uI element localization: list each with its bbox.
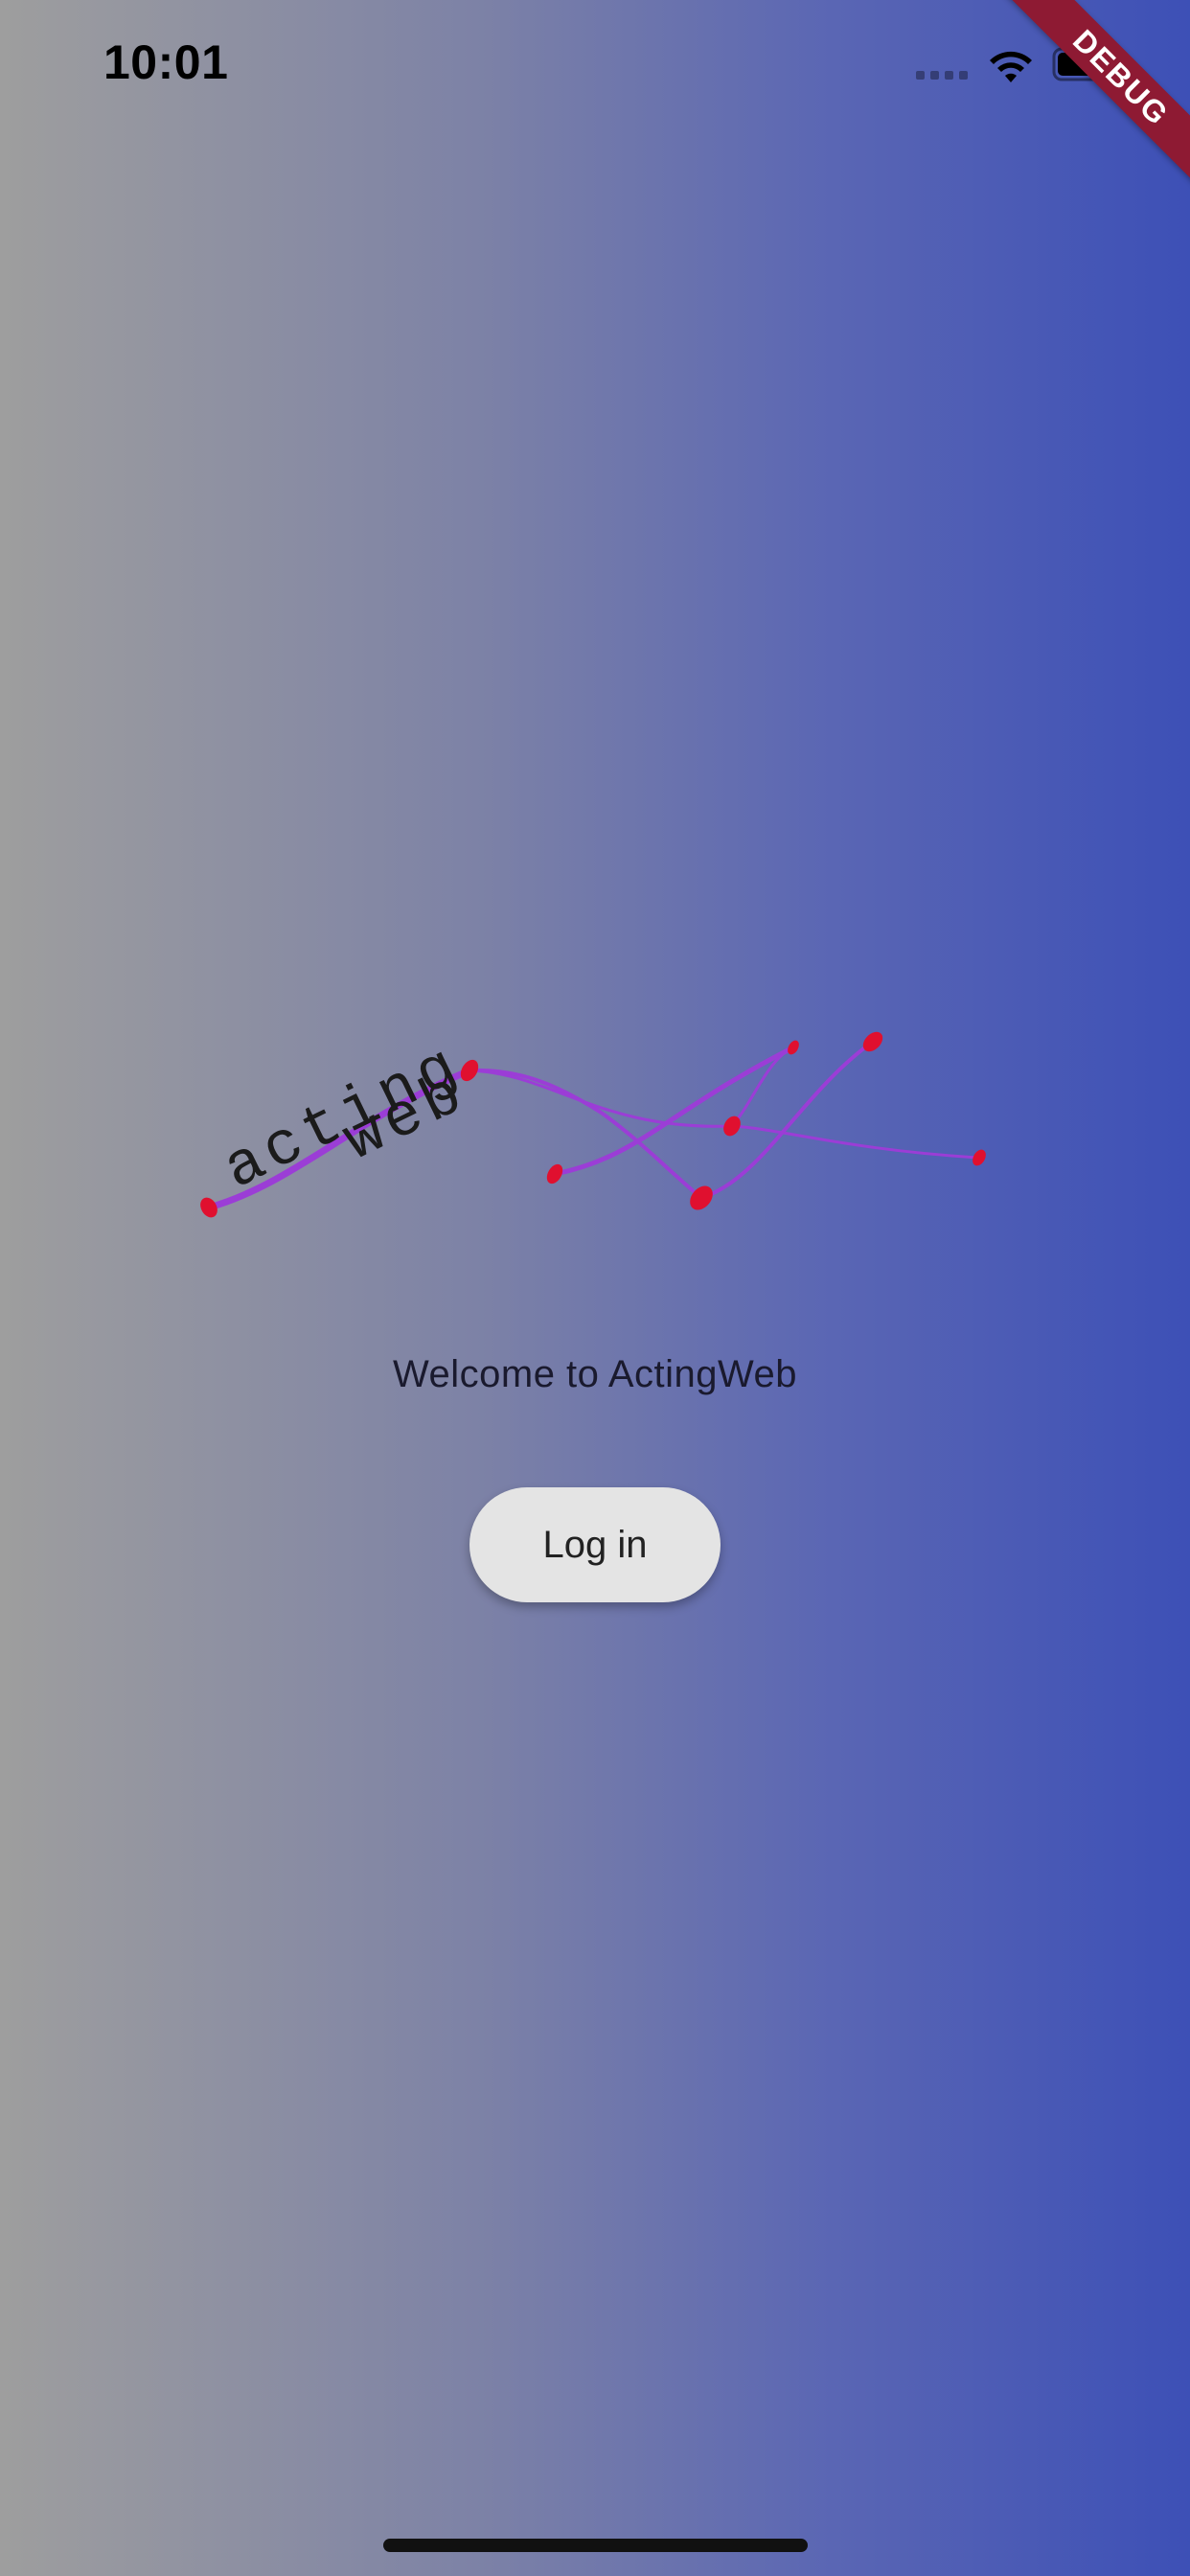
debug-label: DEBUG xyxy=(1003,0,1190,192)
status-time: 10:01 xyxy=(103,35,229,89)
home-indicator[interactable] xyxy=(383,2539,808,2552)
cellular-signal-icon xyxy=(916,71,968,80)
debug-banner: DEBUG xyxy=(998,0,1190,192)
login-button[interactable]: Log in xyxy=(469,1487,721,1602)
battery-icon xyxy=(1052,47,1127,81)
welcome-message: Welcome to ActingWeb xyxy=(392,1353,798,1395)
actingweb-logo: acting web xyxy=(200,1031,986,1218)
wifi-icon xyxy=(990,51,1032,82)
